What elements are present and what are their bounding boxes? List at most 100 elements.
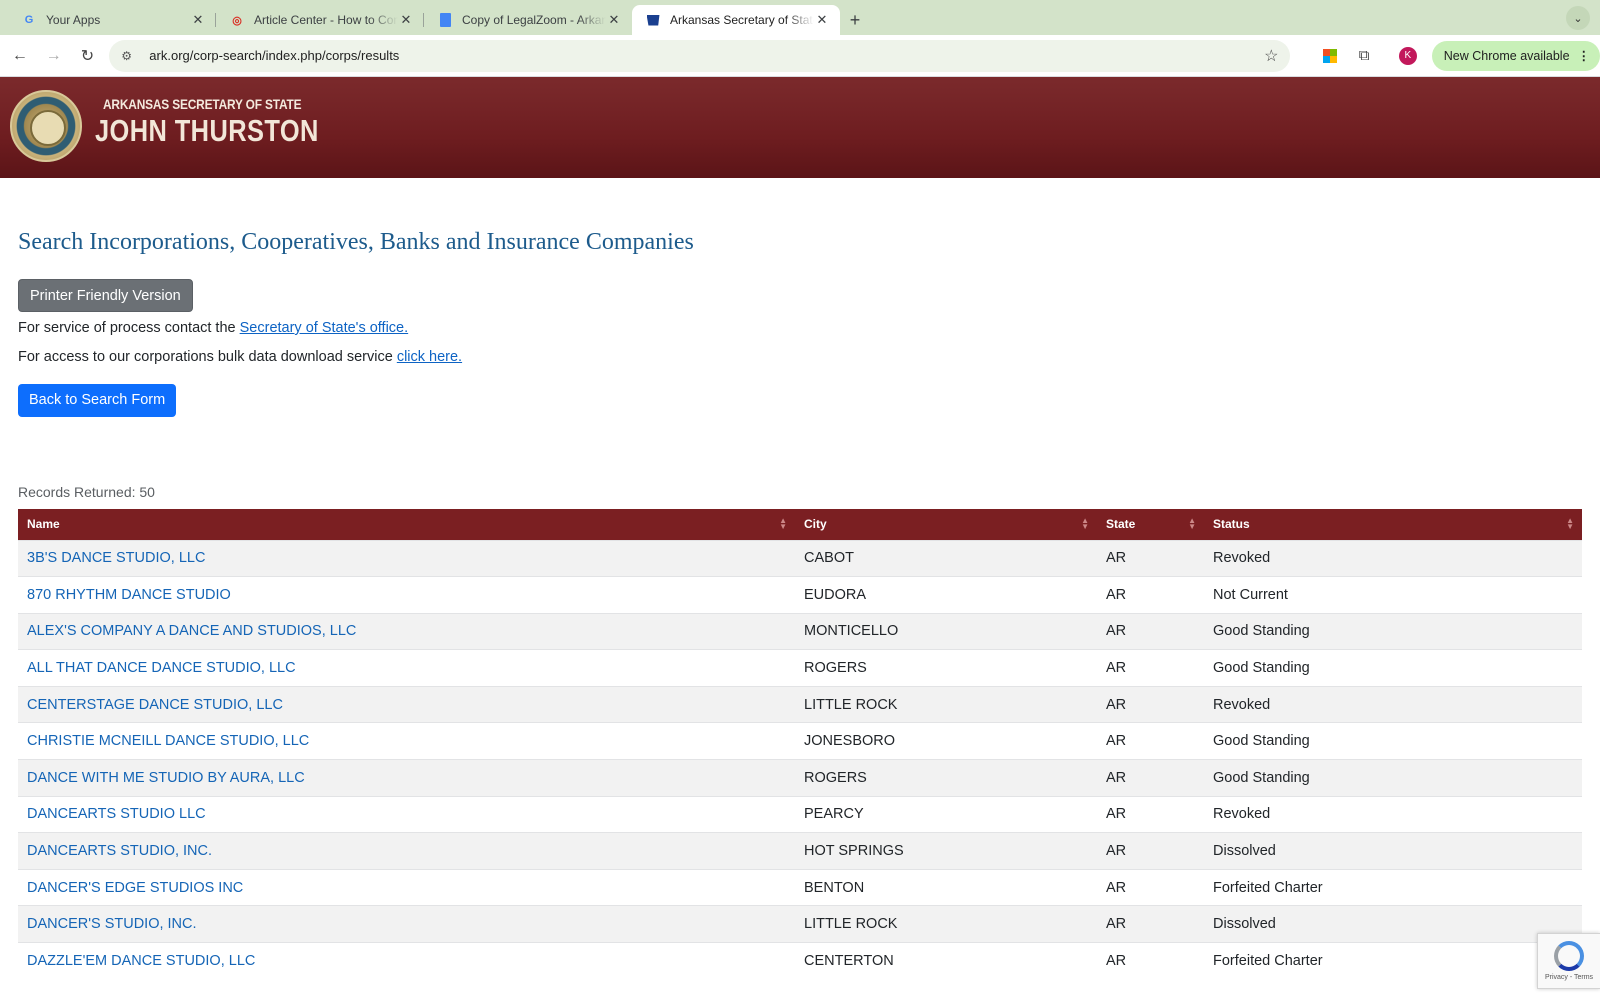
cell-city: LITTLE ROCK (795, 685, 1097, 723)
cell-city: CENTERTON (795, 942, 1097, 980)
header-city[interactable]: City ▲ ▼ (795, 509, 1097, 540)
secretary-office-link[interactable]: Secretary of State's office. (240, 320, 409, 336)
table-row: CHRISTIE MCNEILL DANCE STUDIO, LLC JONESB… (18, 722, 1582, 760)
cell-city: MONTICELLO (795, 612, 1097, 650)
cell-city: EUDORA (795, 576, 1097, 614)
tab-search-chevron-icon[interactable]: ⌄ (1566, 6, 1590, 30)
printer-friendly-button[interactable]: Printer Friendly Version (18, 279, 193, 312)
cell-status: Good Standing (1204, 759, 1582, 797)
cell-city: LITTLE ROCK (795, 905, 1097, 943)
browser-toolbar: ← → ↻ ⚙ ark.org/corp-search/index.php/co… (0, 35, 1600, 77)
bulk-text: For access to our corporations bulk data… (18, 349, 397, 365)
company-name-link[interactable]: CENTERSTAGE DANCE STUDIO, LLC (27, 697, 283, 713)
state-seal-logo[interactable] (10, 90, 82, 162)
header-state[interactable]: State ▲ ▼ (1097, 509, 1204, 540)
recaptcha-badge[interactable]: Privacy - Terms (1537, 933, 1600, 989)
company-name-link[interactable]: ALEX'S COMPANY A DANCE AND STUDIOS, LLC (27, 623, 356, 639)
cell-state: AR (1097, 868, 1204, 906)
cell-name: CHRISTIE MCNEILL DANCE STUDIO, LLC (18, 722, 795, 760)
forward-arrow-icon[interactable]: → (38, 40, 70, 72)
tab-legalzoom-doc[interactable]: Copy of LegalZoom - Arkansas ✕ (424, 5, 632, 35)
status-value: Revoked (1213, 806, 1271, 823)
avatar: K (1398, 46, 1417, 65)
cell-state: AR (1097, 795, 1204, 833)
url-text[interactable]: ark.org/corp-search/index.php/corps/resu… (149, 48, 1264, 63)
company-name-link[interactable]: DANCER'S STUDIO, INC. (27, 916, 197, 932)
cell-state: AR (1097, 722, 1204, 760)
company-name-link[interactable]: DAZZLE'EM DANCE STUDIO, LLC (27, 953, 255, 969)
close-tab-icon[interactable]: ✕ (606, 12, 622, 28)
tab-title: Your Apps (46, 13, 101, 27)
cell-state: AR (1097, 905, 1204, 943)
google-g-icon: G (24, 14, 34, 26)
city-value: LITTLE ROCK (804, 696, 898, 713)
cell-status: Revoked (1204, 795, 1582, 833)
cell-state: AR (1097, 612, 1204, 650)
tab-title: Article Center - How to Conduct (254, 13, 398, 27)
company-name-link[interactable]: DANCER'S EDGE STUDIOS INC (27, 880, 243, 896)
back-to-search-button[interactable]: Back to Search Form (18, 384, 177, 417)
back-arrow-icon[interactable]: ← (4, 40, 36, 72)
profile-avatar[interactable]: K (1392, 40, 1424, 72)
cell-state: AR (1097, 832, 1204, 870)
status-value: Forfeited Charter (1213, 879, 1323, 896)
new-tab-button[interactable]: + (840, 5, 870, 35)
state-value: AR (1106, 623, 1127, 640)
company-name-link[interactable]: DANCE WITH ME STUDIO BY AURA, LLC (27, 770, 305, 786)
address-bar[interactable]: ⚙ ark.org/corp-search/index.php/corps/re… (109, 39, 1291, 72)
company-name-link[interactable]: ALL THAT DANCE DANCE STUDIO, LLC (27, 660, 296, 676)
tab-arkansas-sos[interactable]: Arkansas Secretary of State ✕ (632, 5, 840, 35)
tab-title: Copy of LegalZoom - Arkansas (462, 13, 606, 27)
city-value: EUDORA (804, 586, 867, 603)
arkansas-state-icon (646, 13, 660, 27)
cell-city: BENTON (795, 868, 1097, 906)
table-row: 870 RHYTHM DANCE STUDIO EUDORA AR Not Curre… (18, 576, 1582, 614)
tab-your-apps[interactable]: G Your Apps ✕ (8, 5, 216, 35)
status-value: Good Standing (1213, 769, 1310, 786)
bulk-data-text: For access to our corporations bulk data… (18, 349, 1582, 365)
cell-city: HOT SPRINGS (795, 832, 1097, 870)
cell-status: Revoked (1204, 539, 1582, 577)
cell-status: Good Standing (1204, 722, 1582, 760)
cell-name: DANCER'S EDGE STUDIOS INC (18, 868, 795, 906)
city-value: JONESBORO (804, 733, 896, 750)
sort-icon: ▲ ▼ (1081, 516, 1089, 531)
microsoft-extension-icon[interactable] (1314, 40, 1346, 72)
service-text: For service of process contact the (18, 320, 240, 336)
city-value: CABOT (804, 550, 854, 567)
new-chrome-available-button[interactable]: New Chrome available ⋮ (1431, 40, 1600, 71)
reload-icon[interactable]: ↻ (72, 40, 104, 72)
more-menu-icon[interactable]: ⋮ (1578, 48, 1591, 63)
state-value: AR (1106, 769, 1127, 786)
cell-name: 3B'S DANCE STUDIO, LLC (18, 539, 795, 577)
site-info-icon[interactable]: ⚙ (121, 49, 139, 63)
header-name[interactable]: Name ▲ ▼ (18, 509, 795, 540)
status-value: Revoked (1213, 550, 1271, 567)
close-tab-icon[interactable]: ✕ (814, 12, 830, 28)
cell-state: AR (1097, 685, 1204, 723)
city-value: MONTICELLO (804, 623, 899, 640)
recaptcha-terms[interactable]: Privacy - Terms (1545, 974, 1593, 981)
table-header-row: Name ▲ ▼ City ▲ ▼ State ▲ ▼ Status ▲ ▼ (18, 509, 1582, 540)
status-value: Dissolved (1213, 916, 1276, 933)
city-value: CENTERTON (804, 953, 894, 970)
bookmark-star-icon[interactable]: ☆ (1264, 46, 1278, 66)
close-tab-icon[interactable]: ✕ (190, 12, 206, 28)
extensions-puzzle-icon[interactable]: ⧉ (1348, 40, 1380, 72)
table-row: DANCER'S EDGE STUDIOS INC BENTON AR Forfeit… (18, 868, 1582, 906)
company-name-link[interactable]: CHRISTIE MCNEILL DANCE STUDIO, LLC (27, 733, 309, 749)
cell-city: PEARCY (795, 795, 1097, 833)
company-name-link[interactable]: DANCEARTS STUDIO LLC (27, 806, 206, 822)
header-label: City (804, 517, 827, 532)
header-status[interactable]: Status ▲ ▼ (1204, 509, 1582, 540)
company-name-link[interactable]: 3B'S DANCE STUDIO, LLC (27, 550, 205, 566)
status-value: Not Current (1213, 586, 1288, 603)
tab-article-center[interactable]: ◎ Article Center - How to Conduct ✕ (216, 5, 424, 35)
close-tab-icon[interactable]: ✕ (398, 12, 414, 28)
status-value: Revoked (1213, 696, 1271, 713)
company-name-link[interactable]: 870 RHYTHM DANCE STUDIO (27, 587, 231, 603)
article-center-icon: ◎ (232, 14, 242, 27)
state-value: AR (1106, 660, 1127, 677)
company-name-link[interactable]: DANCEARTS STUDIO, INC. (27, 843, 212, 859)
bulk-data-link[interactable]: click here. (397, 349, 462, 365)
